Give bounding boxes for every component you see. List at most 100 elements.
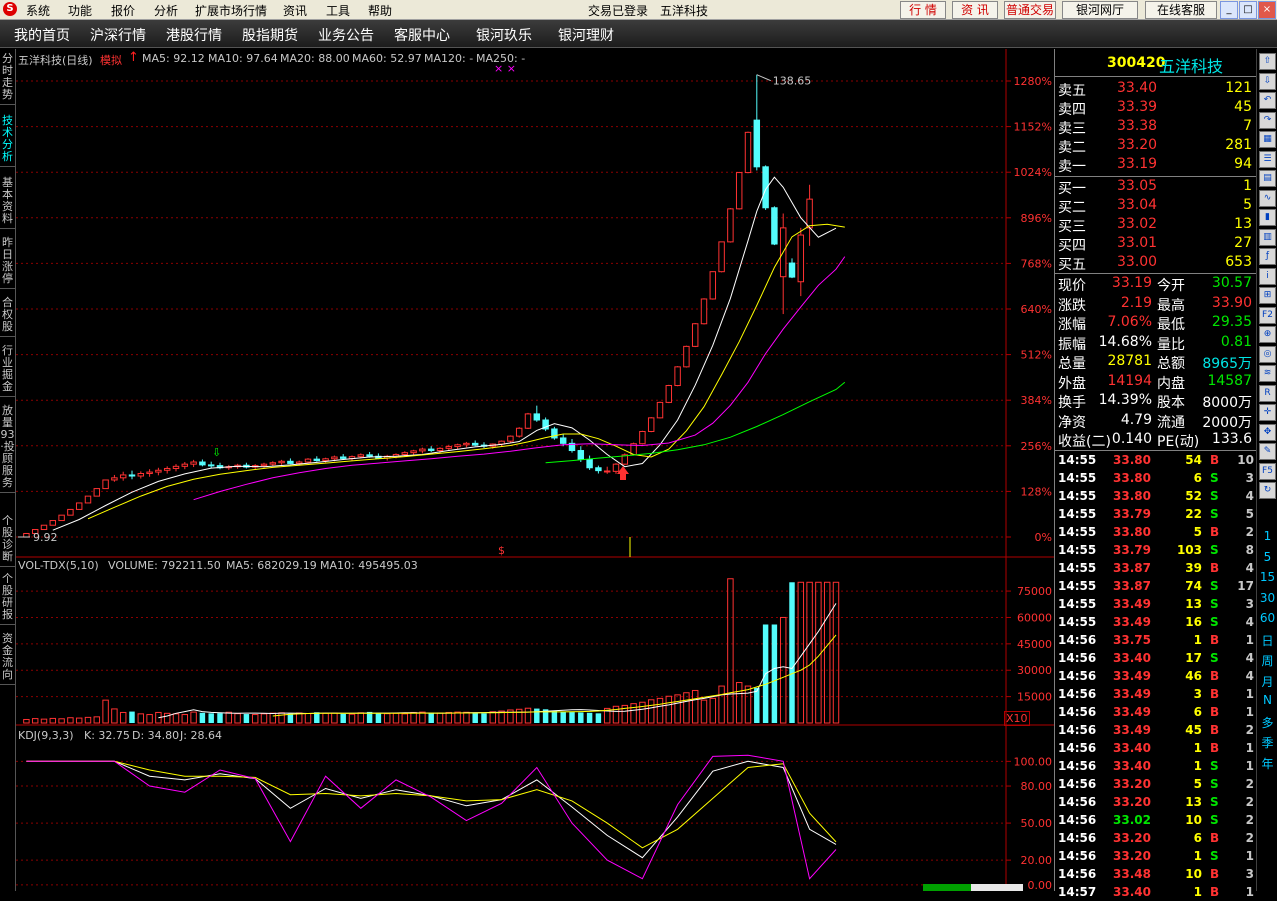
period-4[interactable]: 30 (1257, 591, 1277, 605)
candle-body-down (753, 119, 761, 168)
list-icon[interactable]: ☰ (1259, 150, 1276, 168)
menu-help[interactable]: 帮助 (368, 2, 392, 19)
period-3[interactable]: 15 (1257, 570, 1277, 584)
arrow-up-icon[interactable]: ⇧ (1259, 53, 1276, 70)
tick-side: B (1210, 867, 1220, 881)
volume-bar-down (375, 712, 382, 723)
tick-volume: 10 (1185, 813, 1202, 827)
tab-intraday[interactable]: 分时走势 (0, 53, 15, 105)
candle-body-up (665, 385, 673, 403)
period-1[interactable]: 1 (1257, 529, 1277, 543)
menu-news[interactable]: 资讯 (283, 2, 307, 19)
volume-bar-up (383, 713, 391, 724)
tab-stock-research[interactable]: 个股研报 (0, 573, 15, 625)
news-button[interactable]: 资 讯 (952, 1, 998, 19)
nav-service-center[interactable]: 客服中心 (394, 25, 450, 45)
line-chart-icon[interactable]: ∿ (1259, 189, 1276, 207)
nav-announcements[interactable]: 业务公告 (318, 25, 374, 45)
table-icon[interactable]: ▥ (1259, 228, 1276, 246)
move-icon[interactable]: ✥ (1259, 423, 1276, 441)
menu-function[interactable]: 功能 (68, 2, 92, 19)
nav-home[interactable]: 我的首页 (14, 25, 70, 45)
online-service-button[interactable]: 在线客服 (1145, 1, 1217, 19)
tab-technical-analysis[interactable]: 技术分析 (0, 115, 15, 167)
crosshair-icon[interactable]: ✛ (1259, 404, 1276, 421)
tick-count: 4 (1245, 561, 1254, 575)
candle-body-down (199, 461, 206, 466)
menu-system[interactable]: 系统 (26, 2, 50, 19)
ask-row: 卖四 33.39 45 (1055, 98, 1256, 118)
maximize-icon[interactable]: □ (1239, 1, 1257, 19)
tab-industry[interactable]: 行业掘金 (0, 345, 15, 397)
period-7[interactable]: 周 (1257, 652, 1277, 669)
info-icon[interactable]: i (1259, 267, 1276, 285)
period-8[interactable]: 月 (1257, 673, 1277, 690)
tick-price: 33.49 (1113, 669, 1151, 683)
period-10[interactable]: 多 (1257, 714, 1277, 731)
quote-button[interactable]: 行 情 (900, 1, 946, 19)
minimize-icon[interactable]: _ (1220, 1, 1238, 19)
price-axis-label: 1280% (1014, 75, 1052, 88)
candle-body-up (639, 430, 646, 445)
volume-bar-up (718, 685, 725, 724)
nav-index-futures[interactable]: 股指期货 (242, 25, 298, 45)
pencil-icon[interactable]: ✎ (1259, 443, 1276, 460)
target-icon[interactable]: ◎ (1259, 345, 1276, 363)
price-axis-label: 768% (1021, 257, 1052, 270)
back-icon[interactable]: ↶ (1259, 92, 1276, 109)
calendar-icon[interactable]: ▤ (1259, 170, 1276, 187)
f5-icon[interactable]: F5 (1259, 462, 1276, 480)
nav-yinhe-jiule[interactable]: 银河玖乐 (476, 25, 532, 45)
candle-body-up (735, 172, 743, 210)
tab-ex-rights[interactable]: 合权股 (0, 297, 15, 337)
menu-quote[interactable]: 报价 (111, 2, 135, 19)
f2-icon[interactable]: F2 (1259, 306, 1276, 324)
nav-shsz-market[interactable]: 沪深行情 (90, 25, 146, 45)
menu-extended-market[interactable]: 扩展市场行情 (195, 2, 267, 19)
candle-chart-icon[interactable]: ▮ (1259, 209, 1276, 226)
scroll-button[interactable] (923, 884, 971, 891)
tab-basic-info[interactable]: 基本资料 (0, 177, 15, 229)
period-2[interactable]: 5 (1257, 550, 1277, 564)
tab-stock-diagnosis[interactable]: 个股诊断 (0, 515, 15, 567)
period-9[interactable]: N (1257, 693, 1277, 707)
zoom-icon[interactable]: ⊕ (1259, 326, 1276, 343)
refresh-icon[interactable]: ↻ (1259, 482, 1276, 499)
forward-icon[interactable]: ↷ (1259, 111, 1276, 129)
tick-side: S (1210, 849, 1219, 863)
stat-row: 总量 28781 总额 8965万 (1055, 352, 1256, 372)
tab-advisory[interactable]: 放量93·投顾服务 (0, 405, 15, 493)
price-axis-label: 384% (1021, 394, 1052, 407)
period-12[interactable]: 年 (1257, 755, 1277, 772)
tab-yesterday-limit-up[interactable]: 昨日涨停 (0, 237, 15, 289)
nav-yinhe-finance[interactable]: 银河理财 (558, 25, 614, 45)
online-hall-button[interactable]: 银河网厅 (1062, 1, 1138, 19)
wave-icon[interactable]: ≋ (1259, 365, 1276, 382)
grid-icon[interactable]: ▦ (1259, 131, 1276, 148)
tick-time: 14:55 (1058, 543, 1097, 557)
candle-body-up (691, 323, 699, 347)
period-5[interactable]: 60 (1257, 611, 1277, 625)
indicator-icon[interactable]: ⊞ (1259, 287, 1276, 304)
menu-analysis[interactable]: 分析 (154, 2, 178, 19)
stat-value: 0.81 (1220, 333, 1252, 350)
candle-body-up (524, 413, 532, 429)
close-icon[interactable]: × (1258, 1, 1276, 19)
rsi-icon[interactable]: R (1259, 384, 1276, 402)
chart-canvas[interactable]: 1280% 1152% 1024% 896% 768% 640% 512% 384% 256% 1… (16, 49, 1054, 891)
chart-area[interactable]: 1280% 1152% 1024% 896% 768% 640% 512% 384% 256% 1… (16, 49, 1054, 891)
period-6[interactable]: 日 (1257, 632, 1277, 649)
tab-fund-flow[interactable]: 资金流向 (0, 633, 15, 685)
bid-volume: 5 (1243, 197, 1252, 213)
scroll-track[interactable] (971, 884, 1023, 891)
tick-time: 14:55 (1058, 561, 1097, 575)
menu-tools[interactable]: 工具 (326, 2, 350, 19)
period-11[interactable]: 季 (1257, 734, 1277, 751)
price-axis-label: 128% (1021, 485, 1052, 498)
candle-body-down (771, 207, 778, 245)
nav-hk-market[interactable]: 港股行情 (166, 25, 222, 45)
arrow-down-icon[interactable]: ⇩ (1259, 72, 1276, 90)
formula-icon[interactable]: ƒ (1259, 248, 1276, 265)
normal-trade-button[interactable]: 普通交易 (1004, 1, 1056, 19)
candle-body-up (102, 479, 109, 490)
